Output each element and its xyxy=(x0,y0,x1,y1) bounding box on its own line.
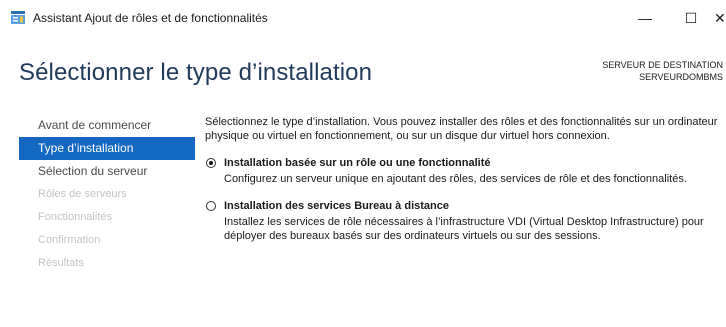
wizard-window: Assistant Ajout de rôles et de fonctionn… xyxy=(0,0,726,327)
nav-item-roles-serveurs: Rôles de serveurs xyxy=(38,188,127,200)
window-title: Assistant Ajout de rôles et de fonctionn… xyxy=(33,11,268,25)
close-button[interactable]: ✕ xyxy=(714,5,726,31)
nav-item-fonctionnalites: Fonctionnalités xyxy=(38,211,112,223)
nav-item-confirmation: Confirmation xyxy=(38,234,101,246)
wizard-steps-nav: Avant de commencer Type d’installation S… xyxy=(19,114,195,275)
nav-item-avant-de-commencer[interactable]: Avant de commencer xyxy=(19,114,195,137)
maximize-button[interactable]: ☐ xyxy=(668,5,714,31)
nav-item-selection-serveur[interactable]: Sélection du serveur xyxy=(19,160,195,183)
maximize-icon: ☐ xyxy=(684,9,698,26)
server-manager-icon xyxy=(11,11,25,24)
destination-server-info: SERVEUR DE DESTINATION SERVEURDOMBMS xyxy=(602,59,723,83)
nav-item-type-installation[interactable]: Type d’installation xyxy=(19,137,195,160)
destination-server-name: SERVEURDOMBMS xyxy=(639,72,723,82)
option-remote-desktop[interactable]: Installation des services Bureau à dista… xyxy=(205,198,720,243)
option-role-based-description: Configurez un serveur unique en ajoutant… xyxy=(224,173,687,185)
intro-text: Sélectionnez le type d’installation. Vou… xyxy=(205,116,718,142)
radio-remote-desktop[interactable] xyxy=(206,201,216,211)
minimize-icon: — xyxy=(638,10,652,26)
option-remote-desktop-label[interactable]: Installation des services Bureau à dista… xyxy=(224,198,449,214)
main-content: Sélectionnez le type d’installation. Vou… xyxy=(205,115,720,243)
radio-role-based[interactable] xyxy=(206,158,216,168)
destination-label: SERVEUR DE DESTINATION xyxy=(602,60,723,70)
option-remote-desktop-description: Installez les services de rôle nécessair… xyxy=(224,216,704,242)
page-title: Sélectionner le type d’installation xyxy=(19,59,373,86)
option-role-based[interactable]: Installation basée sur un rôle ou une fo… xyxy=(205,155,720,186)
nav-item-resultats: Résultats xyxy=(38,257,84,269)
minimize-button[interactable]: — xyxy=(622,5,668,31)
title-bar[interactable]: Assistant Ajout de rôles et de fonctionn… xyxy=(0,0,726,36)
option-role-based-label[interactable]: Installation basée sur un rôle ou une fo… xyxy=(224,155,490,171)
close-icon: ✕ xyxy=(714,9,726,26)
